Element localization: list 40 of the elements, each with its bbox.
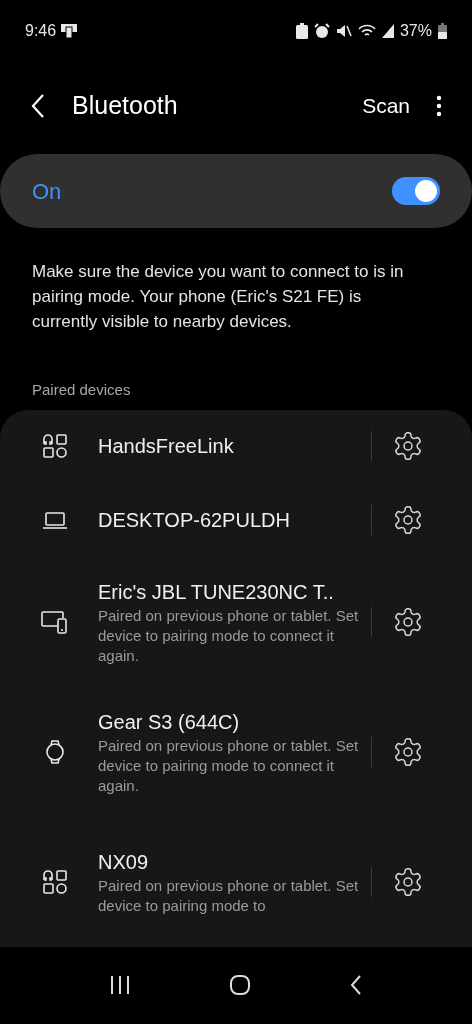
device-row[interactable]: Eric's JBL TUNE230NC T.. Paired on previous phone or tablet. Set device to pairing mode to connect it again. xyxy=(0,556,472,687)
mute-icon xyxy=(335,23,352,39)
device-name: Gear S3 (644C) xyxy=(98,709,241,735)
recent-apps-icon[interactable] xyxy=(109,975,131,996)
device-status: Paired on previous phone or tablet. Set device to pairing mode to connect it again. xyxy=(98,735,360,796)
signal-icon xyxy=(381,24,394,38)
settings-icon[interactable] xyxy=(392,735,424,768)
visibility-description: Make sure the device you want to connect to is in pairing mode. Your phone (Eric's S21 FE) is currently visible to nearby devices. xyxy=(31,261,405,333)
device-category-icon xyxy=(41,867,69,896)
more-options-icon[interactable] xyxy=(436,95,442,117)
home-icon[interactable] xyxy=(229,974,251,997)
device-name: Eric's JBL TUNE230NC T.. xyxy=(98,579,335,605)
section-title: Paired devices xyxy=(31,380,132,400)
settings-icon[interactable] xyxy=(392,430,424,463)
bluetooth-switch-card[interactable]: On xyxy=(0,154,472,228)
device-row[interactable]: NX09 Paired on previous phone or tablet. Set device to pairing mode to xyxy=(0,816,472,947)
settings-icon[interactable] xyxy=(392,503,424,536)
device-status: Paired on previous phone or tablet. Set device to pairing mode to xyxy=(98,875,360,916)
clock: 9:46 xyxy=(25,21,57,41)
device-row[interactable]: HandsFreeLink xyxy=(0,409,472,483)
device-name: DESKTOP-62PULDH xyxy=(98,507,291,533)
battery-icon xyxy=(438,23,447,39)
battery-percentage: 37% xyxy=(399,21,432,41)
back-icon[interactable] xyxy=(30,93,46,119)
device-row[interactable]: Gear S3 (644C) Paired on previous phone or tablet. Set device to pairing mode to connect it again. xyxy=(0,686,472,817)
device-category-icon xyxy=(41,432,69,461)
page-title: Bluetooth xyxy=(72,90,179,122)
settings-icon[interactable] xyxy=(392,865,424,898)
battery-saver-icon xyxy=(295,23,308,39)
settings-icon[interactable] xyxy=(392,605,424,638)
switch-label: On xyxy=(32,177,63,206)
device-name: NX09 xyxy=(98,849,150,875)
wifi-icon xyxy=(357,23,376,39)
device-name: HandsFreeLink xyxy=(98,434,235,460)
alarm-icon xyxy=(313,23,330,39)
toggle-switch[interactable] xyxy=(392,177,440,205)
back-icon[interactable] xyxy=(349,974,363,997)
scan-button[interactable]: Scan xyxy=(362,90,410,122)
device-row[interactable]: DESKTOP-62PULDH xyxy=(0,483,472,557)
device-status: Paired on previous phone or tablet. Set device to pairing mode to connect it again. xyxy=(98,605,360,666)
